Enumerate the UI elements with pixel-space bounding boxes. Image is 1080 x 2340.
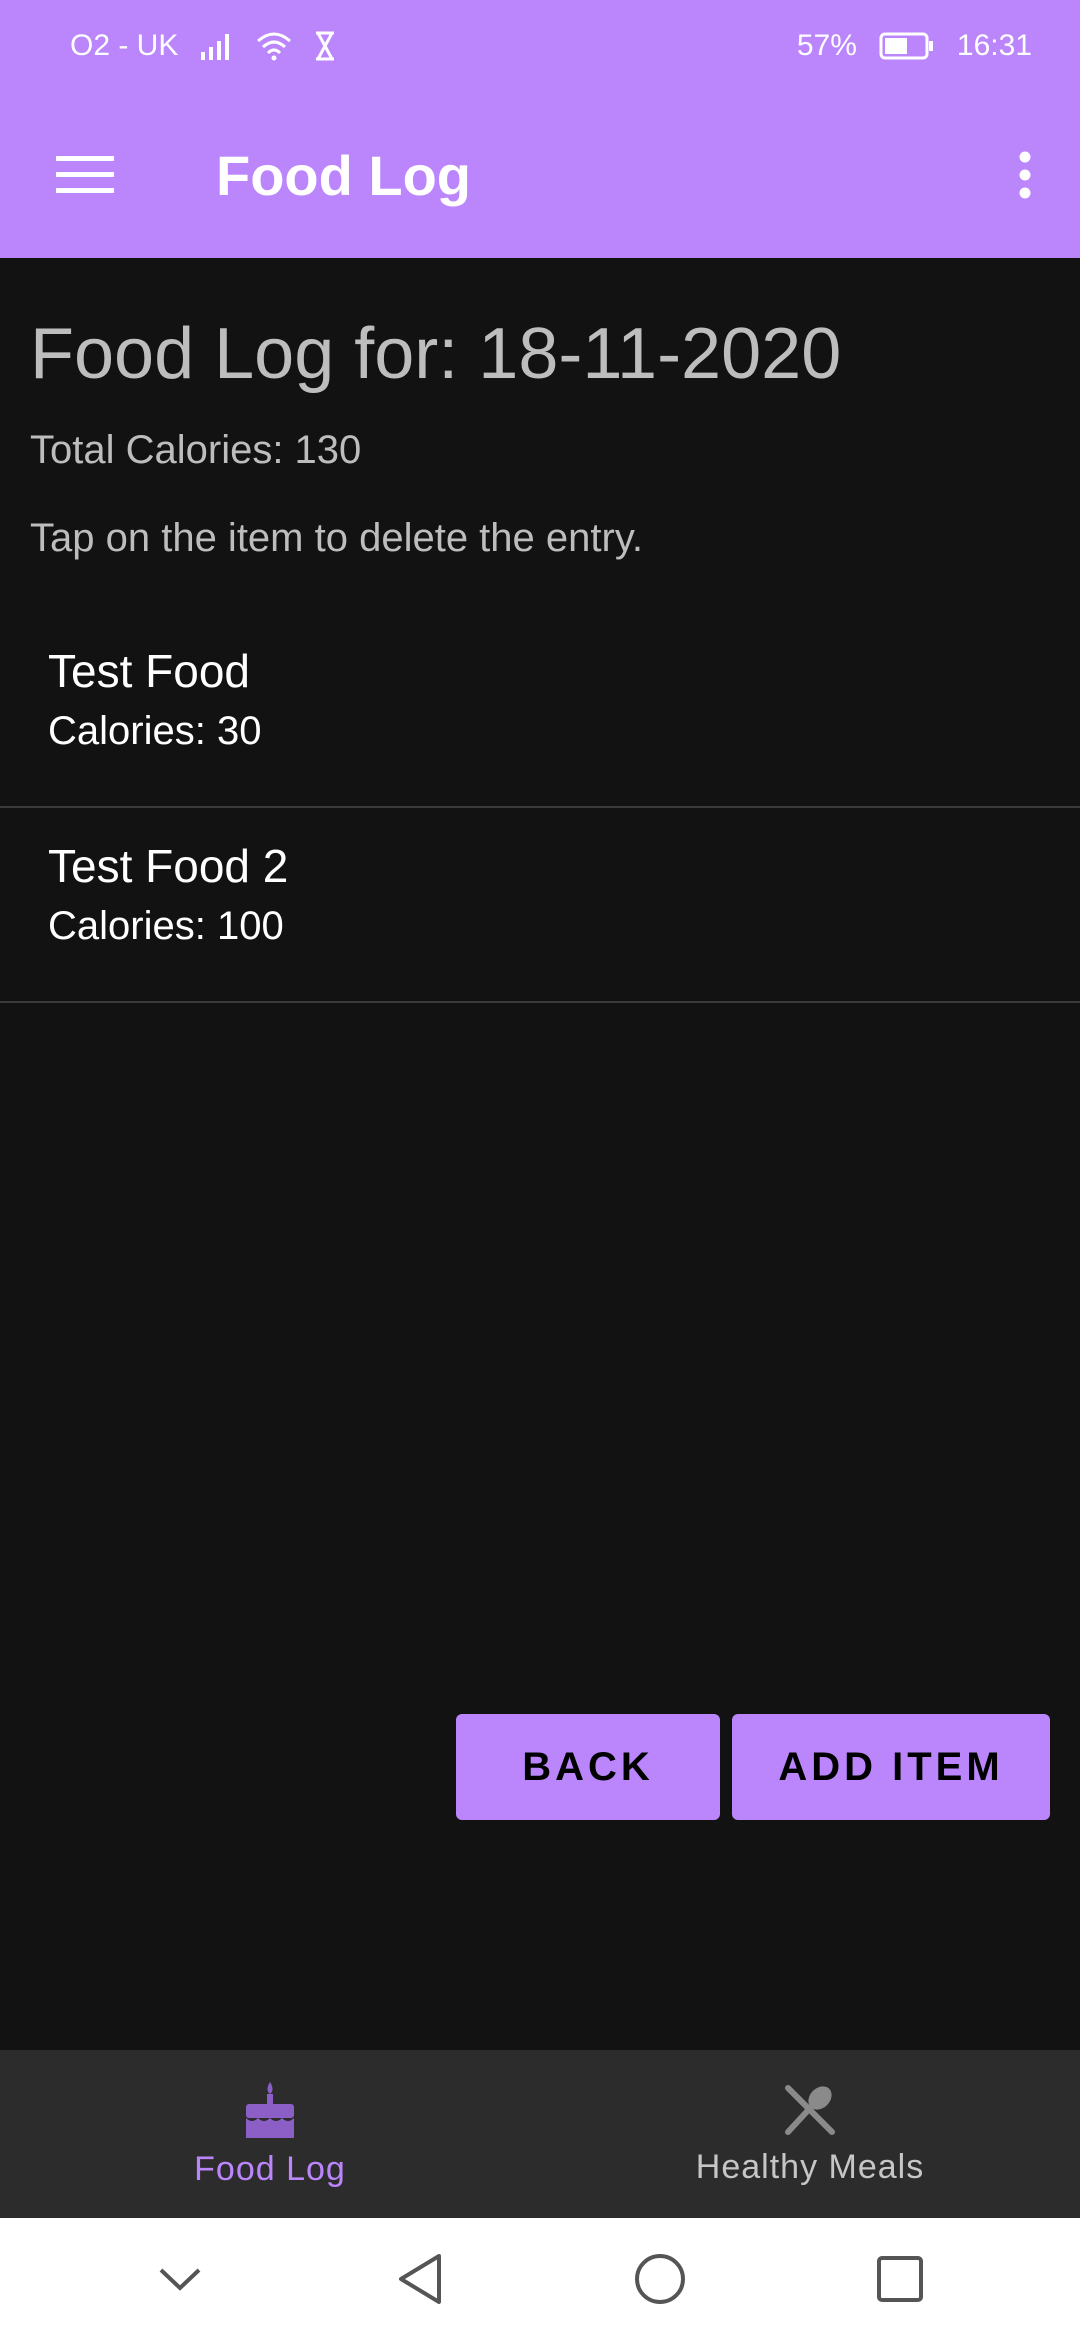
triangle-back-icon [399,2254,441,2304]
clock: 16:31 [956,29,1032,62]
hide-nav-button[interactable] [120,2229,240,2329]
list-item[interactable]: Test Food 2 Calories: 100 [0,808,1080,1003]
add-item-button[interactable]: ADD ITEM [732,1714,1050,1820]
system-back-button[interactable] [360,2229,480,2329]
bottom-navigation: Food Log Healthy Meals [0,2050,1080,2218]
restaurant-icon [785,2084,835,2135]
entry-calories: Calories: 30 [48,709,262,753]
tab-label: Food Log [194,2149,346,2188]
page-title: Food Log for: 18-11-2020 [30,314,842,394]
entry-name: Test Food [48,645,250,697]
system-recents-button[interactable] [840,2229,960,2329]
tab-healthy-meals[interactable]: Healthy Meals [540,2050,1080,2218]
status-bar: O2 - UK 57% 16:31 [0,0,1080,92]
signal-icon [201,34,230,60]
wifi-icon [257,32,292,61]
more-options-button[interactable] [970,92,1080,258]
battery-icon [879,32,933,60]
cake-icon [246,2081,294,2138]
total-calories: Total Calories: 130 [30,428,362,472]
battery-percent: 57% [796,29,857,62]
delete-hint: Tap on the item to delete the entry. [30,516,643,560]
hamburger-menu-icon [56,156,114,193]
back-button[interactable]: BACK [456,1714,720,1820]
tab-food-log[interactable]: Food Log [0,2050,540,2218]
food-entry-list: Test Food Calories: 30 Test Food 2 Calor… [0,613,1080,1003]
system-home-button[interactable] [600,2229,720,2329]
square-recents-icon [877,2256,923,2302]
hourglass-icon [316,31,335,61]
entry-calories: Calories: 100 [48,904,284,948]
more-vert-icon [1019,151,1031,199]
list-item[interactable]: Test Food Calories: 30 [0,613,1080,808]
status-left: O2 - UK [70,29,336,63]
entry-name: Test Food 2 [48,840,289,892]
circle-home-icon [635,2254,685,2304]
status-right: 57% 16:31 [797,29,1032,63]
chevron-down-icon [159,2268,201,2291]
app-title: Food Log [216,143,472,207]
menu-button[interactable] [0,92,170,258]
app-bar: Food Log [0,92,1080,258]
carrier-label: O2 - UK [70,29,179,62]
tab-label: Healthy Meals [695,2147,925,2186]
system-navigation [0,2218,1080,2340]
